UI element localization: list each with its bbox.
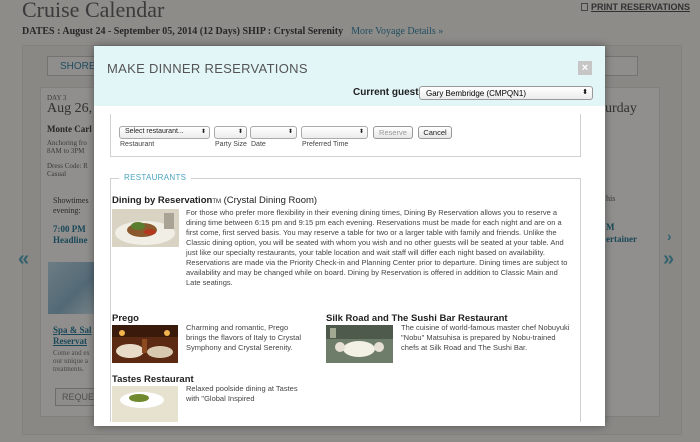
time-select[interactable]: ⬍ [301, 126, 368, 139]
tastes-image [112, 386, 178, 422]
preferred-time-label: Preferred Time [302, 141, 349, 148]
cancel-button[interactable]: Cancel [418, 126, 452, 139]
restaurant-description: Charming and romantic, Prego brings the … [186, 323, 302, 352]
restaurant-description: The cuisine of world-famous master chef … [401, 323, 570, 352]
chevron-updown-icon: ⬍ [287, 129, 293, 135]
current-guest-label: Current guest: [353, 87, 422, 98]
chevron-updown-icon: ⬍ [237, 129, 243, 135]
party-size-label: Party Size [215, 141, 247, 148]
restaurant-description: Relaxed poolside dining at Tastes with "… [186, 384, 298, 403]
reserve-button[interactable]: Reserve [373, 126, 413, 139]
current-guest-select[interactable]: Gary Bembridge (CMPQN1) ⬍ [419, 86, 593, 100]
modal-scroll-area: Select restaurant... ⬍ ⬍ ⬍ ⬍ Reserve Canc… [103, 114, 593, 422]
reservation-form: Select restaurant... ⬍ ⬍ ⬍ ⬍ Reserve Canc… [110, 114, 581, 157]
close-button[interactable]: × [578, 61, 592, 75]
restaurant-title: Tastes Restaurant [112, 374, 194, 385]
modal-header: MAKE DINNER RESERVATIONS × Current guest… [94, 46, 605, 106]
restaurant-title: Prego [112, 313, 139, 324]
chevron-updown-icon: ⬍ [358, 129, 364, 135]
chevron-updown-icon: ⬍ [582, 89, 588, 96]
date-label: Date [251, 141, 266, 148]
modal-title: MAKE DINNER RESERVATIONS [107, 61, 308, 76]
dinner-reservations-modal: MAKE DINNER RESERVATIONS × Current guest… [94, 46, 605, 426]
party-size-select[interactable]: ⬍ [214, 126, 247, 139]
restaurants-section: RESTAURANTS Dining by ReservationTM (Cry… [110, 173, 581, 422]
prego-image [112, 325, 178, 363]
restaurants-legend: RESTAURANTS [119, 173, 192, 182]
silk-road-image [326, 325, 393, 363]
restaurant-select[interactable]: Select restaurant... ⬍ [119, 126, 210, 139]
restaurant-description: For those who prefer more flexibility in… [186, 208, 568, 287]
restaurant-title: Dining by ReservationTM (Crystal Dining … [112, 195, 318, 206]
chevron-updown-icon: ⬍ [200, 129, 206, 135]
restaurant-label: Restaurant [120, 141, 155, 148]
date-select[interactable]: ⬍ [250, 126, 297, 139]
dining-room-image [112, 209, 179, 247]
